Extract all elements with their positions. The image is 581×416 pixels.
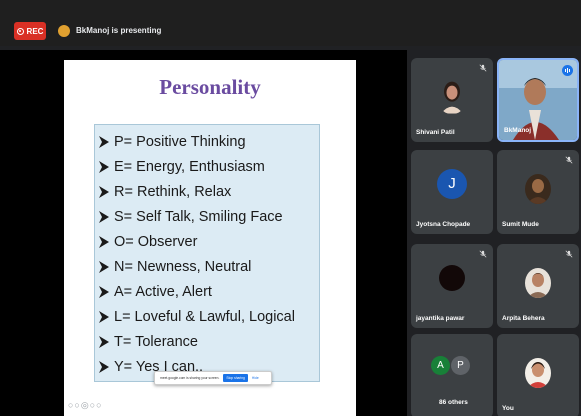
bullet-text: A= Active, Alert bbox=[114, 283, 212, 300]
presenter-avatar bbox=[58, 25, 70, 37]
hide-share-bar-button[interactable]: Hide bbox=[252, 376, 259, 380]
participant-tile[interactable]: jayantika pawar bbox=[411, 244, 493, 328]
share-message: meet.google.com is sharing your screen. bbox=[160, 376, 220, 380]
participant-photo bbox=[525, 268, 551, 298]
participant-photo bbox=[525, 174, 551, 204]
participant-name: Shivani Patil bbox=[416, 129, 455, 136]
participant-avatar bbox=[439, 264, 465, 291]
record-icon bbox=[16, 27, 24, 35]
slide-footer-mark: ○○◎○○ bbox=[68, 400, 103, 410]
participant-avatar: J bbox=[437, 168, 467, 199]
bullet-list: P= Positive Thinking E= Energy, Enthusia… bbox=[99, 129, 295, 379]
bullet-text: R= Rethink, Relax bbox=[114, 183, 232, 200]
arrow-bullet-icon bbox=[99, 260, 109, 273]
screen-share-bar: meet.google.com is sharing your screen. … bbox=[154, 371, 272, 385]
list-item: A= Active, Alert bbox=[99, 279, 295, 304]
speaking-indicator-icon bbox=[562, 65, 573, 76]
list-item: S= Self Talk, Smiling Face bbox=[99, 204, 295, 229]
participant-name: Arpita Behera bbox=[502, 315, 545, 322]
bullet-text: T= Tolerance bbox=[114, 333, 198, 350]
participant-avatar: P bbox=[451, 356, 470, 375]
participant-name: Jyotsna Chopade bbox=[416, 221, 471, 228]
stop-sharing-button[interactable]: Stop sharing bbox=[223, 374, 248, 382]
bullet-text: L= Loveful & Lawful, Logical bbox=[114, 308, 295, 325]
participant-tile[interactable]: BkManoj bbox=[497, 58, 579, 142]
self-tile[interactable]: You bbox=[497, 334, 579, 416]
arrow-bullet-icon bbox=[99, 210, 109, 223]
list-item: R= Rethink, Relax bbox=[99, 179, 295, 204]
slide-content-box: P= Positive Thinking E= Energy, Enthusia… bbox=[94, 124, 320, 382]
bullet-text: O= Observer bbox=[114, 233, 198, 250]
participant-avatar: A bbox=[431, 356, 450, 375]
arrow-bullet-icon bbox=[99, 185, 109, 198]
others-tile[interactable]: A P 86 others bbox=[411, 334, 493, 416]
recording-label: REC bbox=[26, 26, 44, 36]
list-item: L= Loveful & Lawful, Logical bbox=[99, 304, 295, 329]
list-item: P= Positive Thinking bbox=[99, 129, 295, 154]
participant-photo bbox=[525, 358, 551, 388]
arrow-bullet-icon bbox=[99, 335, 109, 348]
participant-tile[interactable]: Arpita Behera bbox=[497, 244, 579, 328]
participant-tile[interactable]: J Jyotsna Chopade bbox=[411, 150, 493, 234]
meet-window: REC BkManoj is presenting Personality P=… bbox=[0, 0, 581, 416]
slide-title: Personality bbox=[159, 75, 261, 99]
presenting-status: BkManoj is presenting bbox=[76, 26, 162, 35]
recording-badge: REC bbox=[14, 22, 46, 40]
mic-off-icon bbox=[565, 250, 573, 258]
arrow-bullet-icon bbox=[99, 360, 109, 373]
list-item: N= Newness, Neutral bbox=[99, 254, 295, 279]
participant-name: jayantika pawar bbox=[416, 315, 465, 322]
arrow-bullet-icon bbox=[99, 135, 109, 148]
list-item: T= Tolerance bbox=[99, 329, 295, 354]
arrow-bullet-icon bbox=[99, 235, 109, 248]
bullet-text: E= Energy, Enthusiasm bbox=[114, 158, 265, 175]
arrow-bullet-icon bbox=[99, 160, 109, 173]
mic-off-icon bbox=[479, 64, 487, 72]
participant-name: BkManoj bbox=[504, 127, 532, 134]
shared-slide: Personality P= Positive Thinking E= Ener… bbox=[64, 60, 356, 416]
arrow-bullet-icon bbox=[99, 310, 109, 323]
top-bar: REC BkManoj is presenting bbox=[0, 0, 581, 46]
bullet-text: S= Self Talk, Smiling Face bbox=[114, 208, 283, 225]
arrow-bullet-icon bbox=[99, 285, 109, 298]
list-item: E= Energy, Enthusiasm bbox=[99, 154, 295, 179]
list-item: O= Observer bbox=[99, 229, 295, 254]
participant-tile[interactable]: Shivani Patil bbox=[411, 58, 493, 142]
participant-name: You bbox=[502, 405, 514, 412]
mic-off-icon bbox=[479, 250, 487, 258]
participant-tile[interactable]: Sumit Mude bbox=[497, 150, 579, 234]
bullet-text: P= Positive Thinking bbox=[114, 133, 246, 150]
others-count: 86 others bbox=[439, 399, 468, 406]
bullet-text: N= Newness, Neutral bbox=[114, 258, 252, 275]
mic-off-icon bbox=[565, 156, 573, 164]
participant-photo bbox=[441, 81, 463, 114]
participant-name: Sumit Mude bbox=[502, 221, 539, 228]
